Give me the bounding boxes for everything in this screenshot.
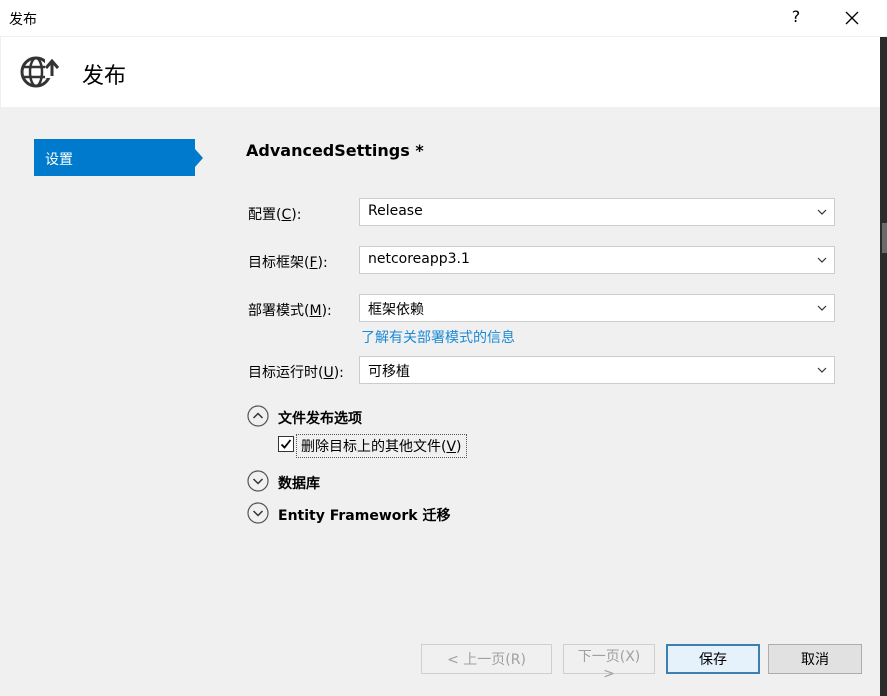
chevron-down-icon (817, 367, 827, 373)
deploy-mode-value: 框架依赖 (368, 302, 424, 318)
cancel-button[interactable]: 取消 (768, 644, 862, 674)
settings-title: AdvancedSettings * (246, 141, 424, 160)
title-bar: 发布 ? (0, 0, 887, 36)
expand-database-icon[interactable] (247, 470, 269, 492)
checkmark-icon (280, 439, 292, 449)
globe-publish-icon (20, 56, 59, 88)
save-button[interactable]: 保存 (666, 644, 760, 674)
page-title: 发布 (82, 64, 127, 89)
window-title: 发布 (9, 12, 37, 28)
background-edge (880, 37, 887, 696)
chevron-down-icon (817, 305, 827, 311)
header-banner: 发布 (1, 37, 880, 107)
framework-select[interactable]: netcoreapp3.1 (359, 246, 835, 274)
config-select[interactable]: Release (359, 198, 835, 226)
sidebar-item-settings[interactable]: 设置 (34, 139, 195, 176)
deploy-mode-select[interactable]: 框架依赖 (359, 294, 835, 322)
delete-files-label[interactable]: 删除目标上的其他文件(V) (296, 434, 467, 458)
expand-entity-framework-icon[interactable] (247, 502, 269, 524)
help-button[interactable]: ? (786, 7, 806, 26)
runtime-select[interactable]: 可移植 (359, 356, 835, 384)
database-header[interactable]: 数据库 (278, 473, 320, 493)
runtime-label: 目标运行时(U): (248, 365, 344, 381)
framework-value: netcoreapp3.1 (368, 251, 470, 267)
next-button[interactable]: 下一页(X) > (563, 644, 655, 682)
deploy-mode-label: 部署模式(M): (248, 303, 332, 319)
framework-label: 目标框架(F): (248, 255, 328, 271)
close-icon[interactable] (842, 8, 862, 28)
deploy-mode-info-link[interactable]: 了解有关部署模式的信息 (361, 327, 515, 347)
file-options-header[interactable]: 文件发布选项 (278, 408, 362, 428)
chevron-down-icon (817, 257, 827, 263)
chevron-down-icon (817, 209, 827, 215)
entity-framework-header[interactable]: Entity Framework 迁移 (278, 505, 450, 525)
config-label: 配置(C): (248, 207, 302, 223)
runtime-value: 可移植 (368, 364, 410, 380)
sidebar-selection-arrow (195, 149, 203, 167)
collapse-file-options-icon[interactable] (247, 405, 269, 427)
delete-files-checkbox[interactable] (278, 436, 294, 452)
prev-button[interactable]: < 上一页(R) (421, 644, 552, 674)
config-value: Release (368, 203, 423, 219)
sidebar-item-label: 设置 (45, 152, 73, 168)
background-edge-chip (882, 223, 887, 253)
